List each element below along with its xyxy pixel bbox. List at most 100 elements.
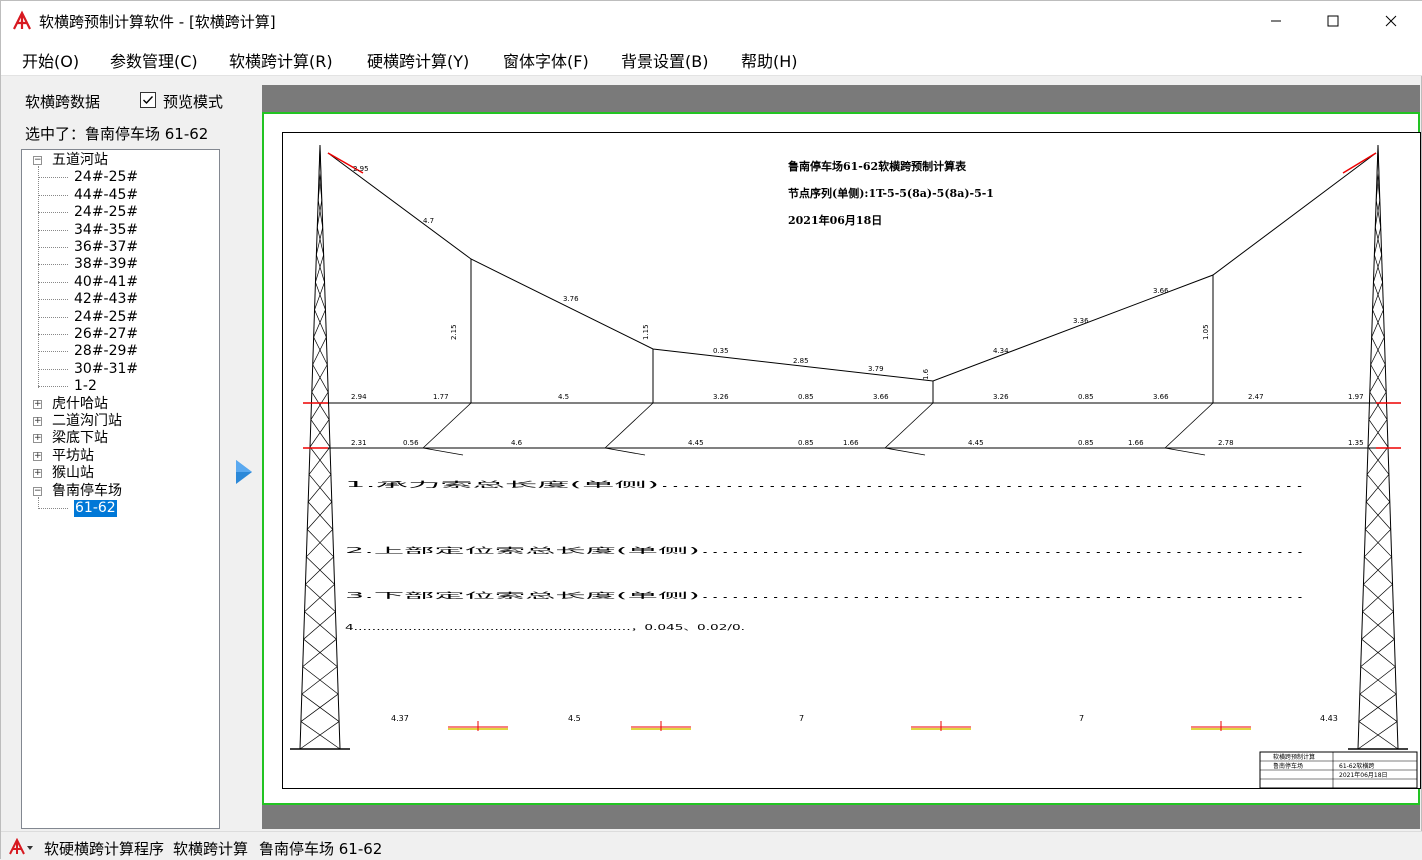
tree-span-row[interactable]: 24#-25# bbox=[22, 204, 217, 221]
tree-expander-icon[interactable]: + bbox=[33, 399, 42, 409]
tree-connector-line bbox=[38, 316, 68, 318]
tower-brace bbox=[301, 666, 338, 695]
preview-checkbox[interactable] bbox=[140, 92, 156, 108]
tower-brace bbox=[312, 337, 327, 365]
tower-brace bbox=[300, 693, 339, 722]
tree-station-row[interactable]: − 五道河站 bbox=[22, 152, 217, 169]
tree-station-row[interactable]: + 二道沟门站 bbox=[22, 413, 217, 430]
note-line: 4.……………………………………………………，0.045、0.02/0. bbox=[345, 623, 745, 632]
tree-span-row[interactable]: 30#-31# bbox=[22, 361, 217, 378]
tree-span-label[interactable]: 24#-25# bbox=[74, 309, 138, 326]
tree-span-row[interactable]: 24#-25# bbox=[22, 169, 217, 186]
tree-connector-line bbox=[38, 177, 68, 179]
note-line: 2.上部定位索总长度(单侧)…………………………………………………… bbox=[345, 545, 1305, 555]
menu-hard-span[interactable]: 硬横跨计算(Y) bbox=[367, 48, 469, 72]
catenary-drawing: 2.15 1.15 1.6 1.05 鲁南停车场61-62软横跨预制计算表节点序列(单侧… bbox=[290, 144, 1418, 789]
registration-arm bbox=[1164, 447, 1206, 456]
station-tree[interactable]: − 五道河站 24#-25# 44#-45# 24#-25# 34#-35# 36#-37#… bbox=[21, 149, 220, 829]
tree-span-label[interactable]: 42#-43# bbox=[74, 291, 138, 308]
close-button[interactable] bbox=[1362, 1, 1420, 40]
upper-dimension-label: 3.26 bbox=[713, 393, 729, 401]
tree-span-label[interactable]: 36#-37# bbox=[74, 239, 138, 256]
tree-station-label[interactable]: 五道河站 bbox=[52, 152, 108, 169]
tree-span-label[interactable]: 28#-29# bbox=[74, 343, 138, 360]
tree-span-row[interactable]: 34#-35# bbox=[22, 222, 217, 239]
tree-span-label[interactable]: 1-2 bbox=[74, 378, 97, 395]
tower-brace bbox=[307, 474, 332, 503]
tree-station-label[interactable]: 梁底下站 bbox=[52, 430, 108, 447]
tree-span-label[interactable]: 34#-35# bbox=[74, 222, 138, 239]
tree-span-row[interactable]: 1-2 bbox=[22, 378, 217, 395]
panel-arrow-icon[interactable] bbox=[233, 458, 255, 486]
tree-expander-icon[interactable]: + bbox=[33, 469, 42, 479]
tree-span-label[interactable]: 24#-25# bbox=[74, 169, 138, 186]
tree-span-row[interactable]: 40#-41# bbox=[22, 274, 217, 291]
tree-span-row[interactable]: 42#-43# bbox=[22, 291, 217, 308]
upper-dimension-label: 3.66 bbox=[1153, 393, 1169, 401]
tree-expander-icon[interactable]: + bbox=[33, 434, 42, 444]
note-line: 1.承力索总长度(单侧)…………………………………………………… bbox=[345, 479, 1305, 489]
tower-brace bbox=[307, 501, 333, 530]
tree-span-label[interactable]: 61-62 bbox=[73, 499, 118, 518]
tree-span-row[interactable]: 44#-45# bbox=[22, 187, 217, 204]
tree-vertical-line bbox=[38, 166, 39, 388]
tree-station-row[interactable]: − 鲁南停车场 bbox=[22, 483, 217, 500]
tree-expander-icon[interactable]: − bbox=[33, 486, 42, 496]
drawing-sheet[interactable]: 2.15 1.15 1.6 1.05 鲁南停车场61-62软横跨预制计算表 节点序列(单侧… bbox=[282, 132, 1421, 789]
upper-dimension-label: 2.94 bbox=[351, 393, 367, 401]
registration-arm bbox=[604, 402, 654, 449]
dropper-length: 2.15 bbox=[450, 324, 458, 340]
tree-span-label[interactable]: 30#-31# bbox=[74, 361, 138, 378]
tree-span-label[interactable]: 40#-41# bbox=[74, 274, 138, 291]
tree-span-row[interactable]: 36#-37# bbox=[22, 239, 217, 256]
tree-span-label[interactable]: 26#-27# bbox=[74, 326, 138, 343]
title-block-text: 鲁南停车场 bbox=[1273, 762, 1303, 770]
checkmark-icon bbox=[143, 96, 154, 105]
minimize-button[interactable] bbox=[1247, 1, 1305, 40]
tree-station-label[interactable]: 猴山站 bbox=[52, 465, 94, 482]
tower-brace bbox=[1373, 282, 1384, 310]
tree-station-row[interactable]: + 虎什哈站 bbox=[22, 396, 217, 413]
title-block-text: 软横跨预制计算 bbox=[1273, 753, 1315, 761]
tree-station-row[interactable]: + 平坊站 bbox=[22, 448, 217, 465]
tree-span-label[interactable]: 24#-25# bbox=[74, 204, 138, 221]
menu-font[interactable]: 窗体字体(F) bbox=[503, 48, 589, 72]
tower-brace bbox=[1369, 391, 1388, 420]
registration-arm bbox=[1164, 402, 1214, 449]
tree-span-row[interactable]: 61-62 bbox=[22, 499, 217, 518]
menu-soft-span[interactable]: 软横跨计算(R) bbox=[229, 48, 333, 72]
tower-brace bbox=[1372, 309, 1385, 338]
tree-station-row[interactable]: + 猴山站 bbox=[22, 465, 217, 482]
lower-dimension-label: 1.66 bbox=[1128, 439, 1144, 447]
preview-label[interactable]: 预览模式 bbox=[163, 91, 223, 112]
menu-background[interactable]: 背景设置(B) bbox=[621, 48, 708, 72]
status-bar: 软硬横跨计算程序 软横跨计算 鲁南停车场 61-62 bbox=[1, 831, 1422, 860]
tree-station-label[interactable]: 虎什哈站 bbox=[52, 396, 108, 413]
cable-segment-label: 4.34 bbox=[993, 347, 1009, 355]
tower-brace bbox=[1368, 391, 1387, 420]
title-bar: 软横跨预制计算软件 - [软横跨计算] bbox=[1, 1, 1422, 40]
tree-span-label[interactable]: 38#-39# bbox=[74, 256, 138, 273]
menu-start[interactable]: 开始(O) bbox=[22, 48, 79, 72]
menu-params[interactable]: 参数管理(C) bbox=[110, 48, 198, 72]
tree-station-label[interactable]: 二道沟门站 bbox=[52, 413, 122, 430]
tree-expander-icon[interactable]: + bbox=[33, 451, 42, 461]
tree-connector-line bbox=[38, 194, 68, 196]
tree-span-row[interactable]: 38#-39# bbox=[22, 256, 217, 273]
tree-station-label[interactable]: 鲁南停车场 bbox=[52, 483, 122, 500]
tree-expander-icon[interactable]: − bbox=[33, 156, 42, 165]
tree-span-row[interactable]: 24#-25# bbox=[22, 309, 217, 326]
tree-span-row[interactable]: 28#-29# bbox=[22, 343, 217, 360]
track-spacing-label: 4.37 bbox=[391, 714, 409, 723]
maximize-button[interactable] bbox=[1304, 1, 1362, 40]
tree-expander-icon[interactable]: + bbox=[33, 417, 42, 426]
left-panel: 软横跨数据 预览模式 选中了：鲁南停车场 61-62 − 五道河站 24#-25# 4… bbox=[1, 78, 227, 829]
tree-span-row[interactable]: 26#-27# bbox=[22, 326, 217, 343]
lower-dimension-label: 4.6 bbox=[511, 439, 523, 447]
tree-station-label[interactable]: 平坊站 bbox=[52, 448, 94, 465]
window-title: 软横跨预制计算软件 - [软横跨计算] bbox=[39, 13, 276, 31]
tree-span-label[interactable]: 44#-45# bbox=[74, 187, 138, 204]
menu-help[interactable]: 帮助(H) bbox=[741, 48, 798, 72]
tree-station-row[interactable]: + 梁底下站 bbox=[22, 430, 217, 447]
tower-brace bbox=[1363, 556, 1392, 585]
